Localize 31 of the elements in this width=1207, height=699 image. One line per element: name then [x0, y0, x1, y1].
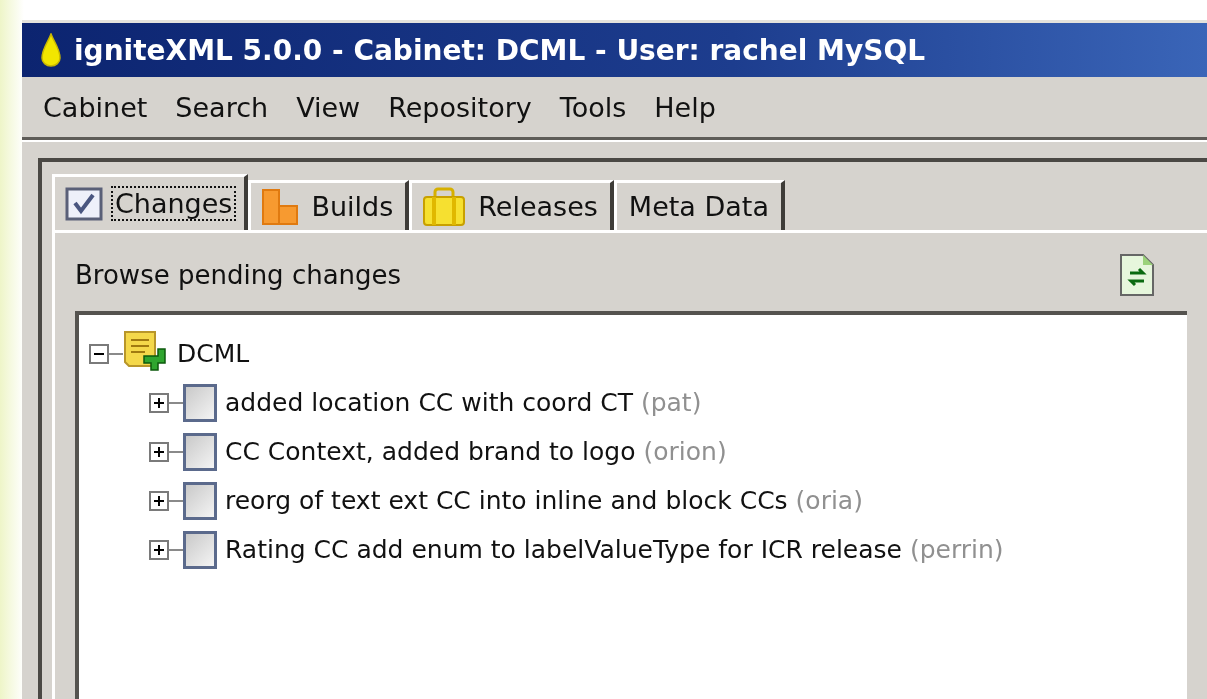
tab[interactable]: Meta Data — [613, 180, 785, 230]
tree-node[interactable]: added location CC with coord CT (pat) — [225, 388, 702, 417]
window-title: igniteXML 5.0.0 - Cabinet: DCML - User: rachel MySQL — [74, 33, 926, 67]
menu-item[interactable]: Cabinet — [30, 91, 161, 123]
tab[interactable]: Releases — [409, 180, 614, 230]
tree-node[interactable]: CC Context, added brand to logo (orion) — [225, 437, 727, 466]
expand-toggle[interactable] — [149, 539, 169, 560]
checkbox-icon — [65, 186, 103, 221]
flame-icon — [40, 33, 62, 67]
collapse-toggle[interactable] — [89, 343, 109, 364]
expand-toggle[interactable] — [149, 392, 169, 413]
expand-toggle[interactable] — [149, 490, 169, 511]
checkbox[interactable] — [183, 383, 217, 422]
menu-item[interactable]: Search — [162, 91, 282, 123]
tree-node[interactable]: DCML — [177, 339, 250, 368]
tab[interactable]: Builds — [248, 180, 410, 230]
menu-item[interactable]: Tools — [546, 91, 640, 123]
blocks-icon — [261, 187, 300, 226]
checkbox[interactable] — [183, 432, 217, 471]
tree-node[interactable]: Rating CC add enum to labelValueType for ICR release (perrin) — [225, 535, 1004, 564]
tree-node[interactable]: reorg of text ext CC into inline and block CCs (oria) — [225, 486, 863, 515]
refresh-document-icon[interactable] — [1119, 253, 1155, 297]
panel-heading: Browse pending changes — [75, 260, 402, 290]
checkbox[interactable] — [183, 530, 217, 569]
menu-item[interactable]: Help — [641, 91, 729, 123]
menu-item[interactable]: Repository — [375, 91, 545, 123]
expand-toggle[interactable] — [149, 441, 169, 462]
tab[interactable]: Changes — [52, 174, 249, 230]
menu-item[interactable]: View — [283, 91, 374, 123]
checkbox[interactable] — [183, 481, 217, 520]
briefcase-icon — [422, 186, 467, 227]
